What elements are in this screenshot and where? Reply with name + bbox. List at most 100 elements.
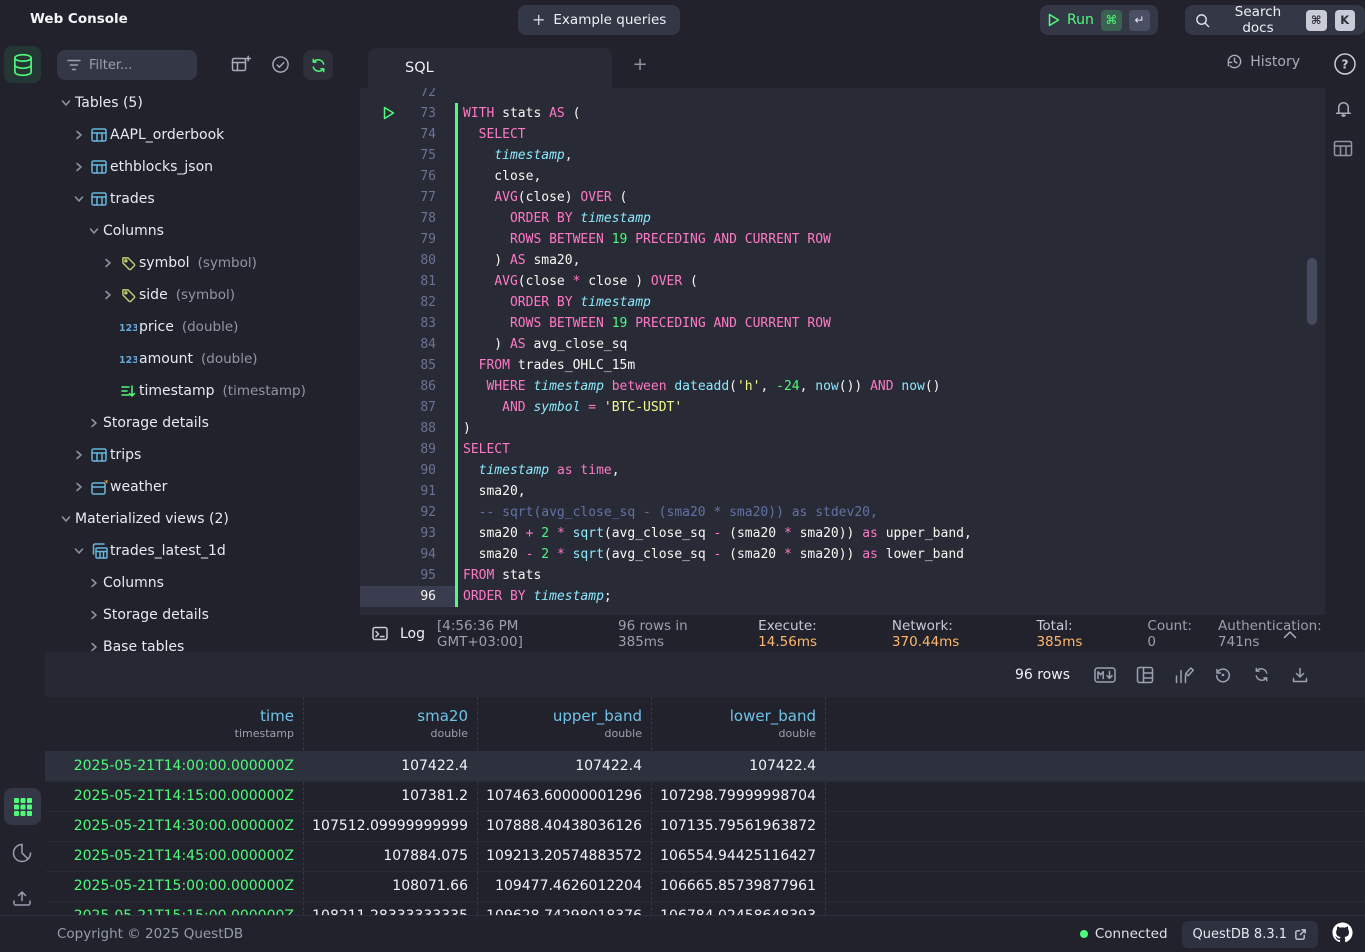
- grid-cell[interactable]: 109628.74298018376: [474, 901, 648, 915]
- collapse-log-button[interactable]: [1283, 627, 1297, 643]
- tree-item-storage-details[interactable]: Storage details: [45, 599, 360, 631]
- tree-item-weather[interactable]: *weather: [45, 471, 360, 503]
- grid-cell[interactable]: 2025-05-21T14:45:00.000000Z: [45, 841, 300, 871]
- tree-item-side[interactable]: side(symbol): [45, 279, 360, 311]
- reload-schema-button[interactable]: [303, 50, 333, 80]
- grid-cell[interactable]: 107888.40438036126: [474, 811, 648, 841]
- code-line-91[interactable]: 91 sma20,: [360, 481, 1325, 502]
- grid-cell[interactable]: 107381.2: [300, 781, 474, 811]
- grid-cell[interactable]: 106665.85739877961: [648, 871, 822, 901]
- grid-cell[interactable]: 2025-05-21T14:30:00.000000Z: [45, 811, 300, 841]
- database-nav-button[interactable]: [4, 46, 41, 83]
- code-line-82[interactable]: 82 ORDER BY timestamp: [360, 292, 1325, 313]
- code-line-90[interactable]: 90 timestamp as time,: [360, 460, 1325, 481]
- import-button[interactable]: [11, 888, 33, 911]
- code-line-72[interactable]: 72: [360, 88, 1325, 103]
- grid-row[interactable]: 2025-05-21T15:00:00.000000Z108071.661094…: [45, 871, 1365, 902]
- grid-cell[interactable]: 106784.02458648393: [648, 901, 822, 915]
- code-line-79[interactable]: 79 ROWS BETWEEN 19 PRECEDING AND CURRENT…: [360, 229, 1325, 250]
- column-header-time[interactable]: timetimestamp: [45, 697, 300, 751]
- code-line-95[interactable]: 95FROM stats: [360, 565, 1325, 586]
- select-tables-button[interactable]: [271, 55, 290, 78]
- grid-cell[interactable]: 107884.075: [300, 841, 474, 871]
- grid-cell[interactable]: 107422.4: [300, 751, 474, 781]
- tree-item-tables-5[interactable]: Tables (5): [45, 87, 360, 119]
- chart-edit-button[interactable]: [1174, 666, 1194, 684]
- version-button[interactable]: QuestDB 8.3.1: [1182, 921, 1318, 948]
- tree-item-timestamp[interactable]: timestamp(timestamp): [45, 375, 360, 407]
- grid-cell[interactable]: 107135.79561963872: [648, 811, 822, 841]
- tree-item-columns[interactable]: Columns: [45, 567, 360, 599]
- history-button[interactable]: History: [1226, 53, 1300, 70]
- restore-button[interactable]: [1214, 666, 1232, 684]
- grid-row[interactable]: 2025-05-21T15:15:00.000000Z108211.283333…: [45, 901, 1365, 915]
- code-line-96[interactable]: 96ORDER BY timestamp;: [360, 586, 1325, 607]
- grid-cell[interactable]: 109213.20574883572: [474, 841, 648, 871]
- tree-item-trades-latest-1d[interactable]: trades_latest_1d: [45, 535, 360, 567]
- grid-cell[interactable]: 107512.09999999999: [300, 811, 474, 841]
- tree-item-aapl-orderbook[interactable]: AAPL_orderbook: [45, 119, 360, 151]
- grid-cell[interactable]: 2025-05-21T15:15:00.000000Z: [45, 901, 300, 915]
- grid-view-button[interactable]: [4, 788, 41, 825]
- code-line-92[interactable]: 92 -- sqrt(avg_close_sq - (sma20 * sma20…: [360, 502, 1325, 523]
- grid-cell[interactable]: 107463.60000001296: [474, 781, 648, 811]
- code-line-83[interactable]: 83 ROWS BETWEEN 19 PRECEDING AND CURRENT…: [360, 313, 1325, 334]
- code-line-87[interactable]: 87 AND symbol = 'BTC-USDT': [360, 397, 1325, 418]
- code-line-74[interactable]: 74 SELECT: [360, 124, 1325, 145]
- column-header-sma20[interactable]: sma20double: [300, 697, 474, 751]
- column-header-upper_band[interactable]: upper_banddouble: [474, 697, 648, 751]
- run-button[interactable]: Run: [1048, 12, 1094, 28]
- markdown-download-button[interactable]: [1094, 667, 1116, 683]
- tree-item-trades[interactable]: trades: [45, 183, 360, 215]
- code-line-84[interactable]: 84 ) AS avg_close_sq: [360, 334, 1325, 355]
- code-line-86[interactable]: 86 WHERE timestamp between dateadd('h', …: [360, 376, 1325, 397]
- grid-cell[interactable]: 107422.4: [648, 751, 822, 781]
- toggle-columns-button[interactable]: [1136, 666, 1154, 684]
- grid-cell[interactable]: 108071.66: [300, 871, 474, 901]
- github-button[interactable]: [1332, 922, 1353, 947]
- tree-item-trips[interactable]: trips: [45, 439, 360, 471]
- tree-item-storage-details[interactable]: Storage details: [45, 407, 360, 439]
- grid-cell[interactable]: 108211.28333333335: [300, 901, 474, 915]
- new-tab-button[interactable]: +: [628, 52, 652, 76]
- grid-cell[interactable]: 2025-05-21T14:15:00.000000Z: [45, 781, 300, 811]
- code-line-85[interactable]: 85 FROM trades_OHLC_15m: [360, 355, 1325, 376]
- help-button[interactable]: ?: [1333, 52, 1357, 80]
- chart-view-button[interactable]: [11, 842, 33, 868]
- grid-cell[interactable]: 109477.4626012204: [474, 871, 648, 901]
- code-line-78[interactable]: 78 ORDER BY timestamp: [360, 208, 1325, 229]
- notifications-button[interactable]: [1333, 98, 1354, 123]
- code-line-93[interactable]: 93 sma20 + 2 * sqrt(avg_close_sq - (sma2…: [360, 523, 1325, 544]
- grid-row[interactable]: 2025-05-21T14:45:00.000000Z107884.075109…: [45, 841, 1365, 872]
- create-table-button[interactable]: [231, 55, 251, 79]
- code-line-77[interactable]: 77 AVG(close) OVER (: [360, 187, 1325, 208]
- code-line-76[interactable]: 76 close,: [360, 166, 1325, 187]
- editor-scrollbar[interactable]: [1307, 258, 1317, 325]
- column-header-lower_band[interactable]: lower_banddouble: [648, 697, 822, 751]
- tree-item-columns[interactable]: Columns: [45, 215, 360, 247]
- code-line-75[interactable]: 75 timestamp,: [360, 145, 1325, 166]
- grid-cell[interactable]: 107422.4: [474, 751, 648, 781]
- tab-sql[interactable]: SQL: [368, 48, 612, 88]
- code-line-89[interactable]: 89SELECT: [360, 439, 1325, 460]
- grid-row[interactable]: 2025-05-21T14:15:00.000000Z107381.210746…: [45, 781, 1365, 812]
- code-line-73[interactable]: 73WITH stats AS (: [360, 103, 1325, 124]
- download-button[interactable]: [1291, 666, 1309, 684]
- code-line-88[interactable]: 88): [360, 418, 1325, 439]
- code-editor[interactable]: 7273WITH stats AS (74 SELECT75 timestamp…: [360, 88, 1325, 615]
- search-docs-button[interactable]: Search docs ⌘ K: [1185, 5, 1365, 35]
- code-line-81[interactable]: 81 AVG(close * close ) OVER (: [360, 271, 1325, 292]
- grid-row[interactable]: 2025-05-21T14:00:00.000000Z107422.410742…: [45, 751, 1365, 782]
- tree-item-materialized-views-2[interactable]: Materialized views (2): [45, 503, 360, 535]
- panel-toggle-button[interactable]: [1333, 140, 1353, 161]
- example-queries-button[interactable]: + Example queries: [518, 5, 680, 35]
- tree-item-ethblocks-json[interactable]: ethblocks_json: [45, 151, 360, 183]
- tree-item-amount[interactable]: 123amount(double): [45, 343, 360, 375]
- code-line-80[interactable]: 80 ) AS sma20,: [360, 250, 1325, 271]
- results-grid[interactable]: timetimestampsma20doubleupper_banddouble…: [45, 697, 1365, 915]
- grid-cell[interactable]: 2025-05-21T15:00:00.000000Z: [45, 871, 300, 901]
- code-line-94[interactable]: 94 sma20 - 2 * sqrt(avg_close_sq - (sma2…: [360, 544, 1325, 565]
- tree-item-symbol[interactable]: symbol(symbol): [45, 247, 360, 279]
- tree-item-price[interactable]: 123price(double): [45, 311, 360, 343]
- refresh-button[interactable]: [1252, 665, 1271, 684]
